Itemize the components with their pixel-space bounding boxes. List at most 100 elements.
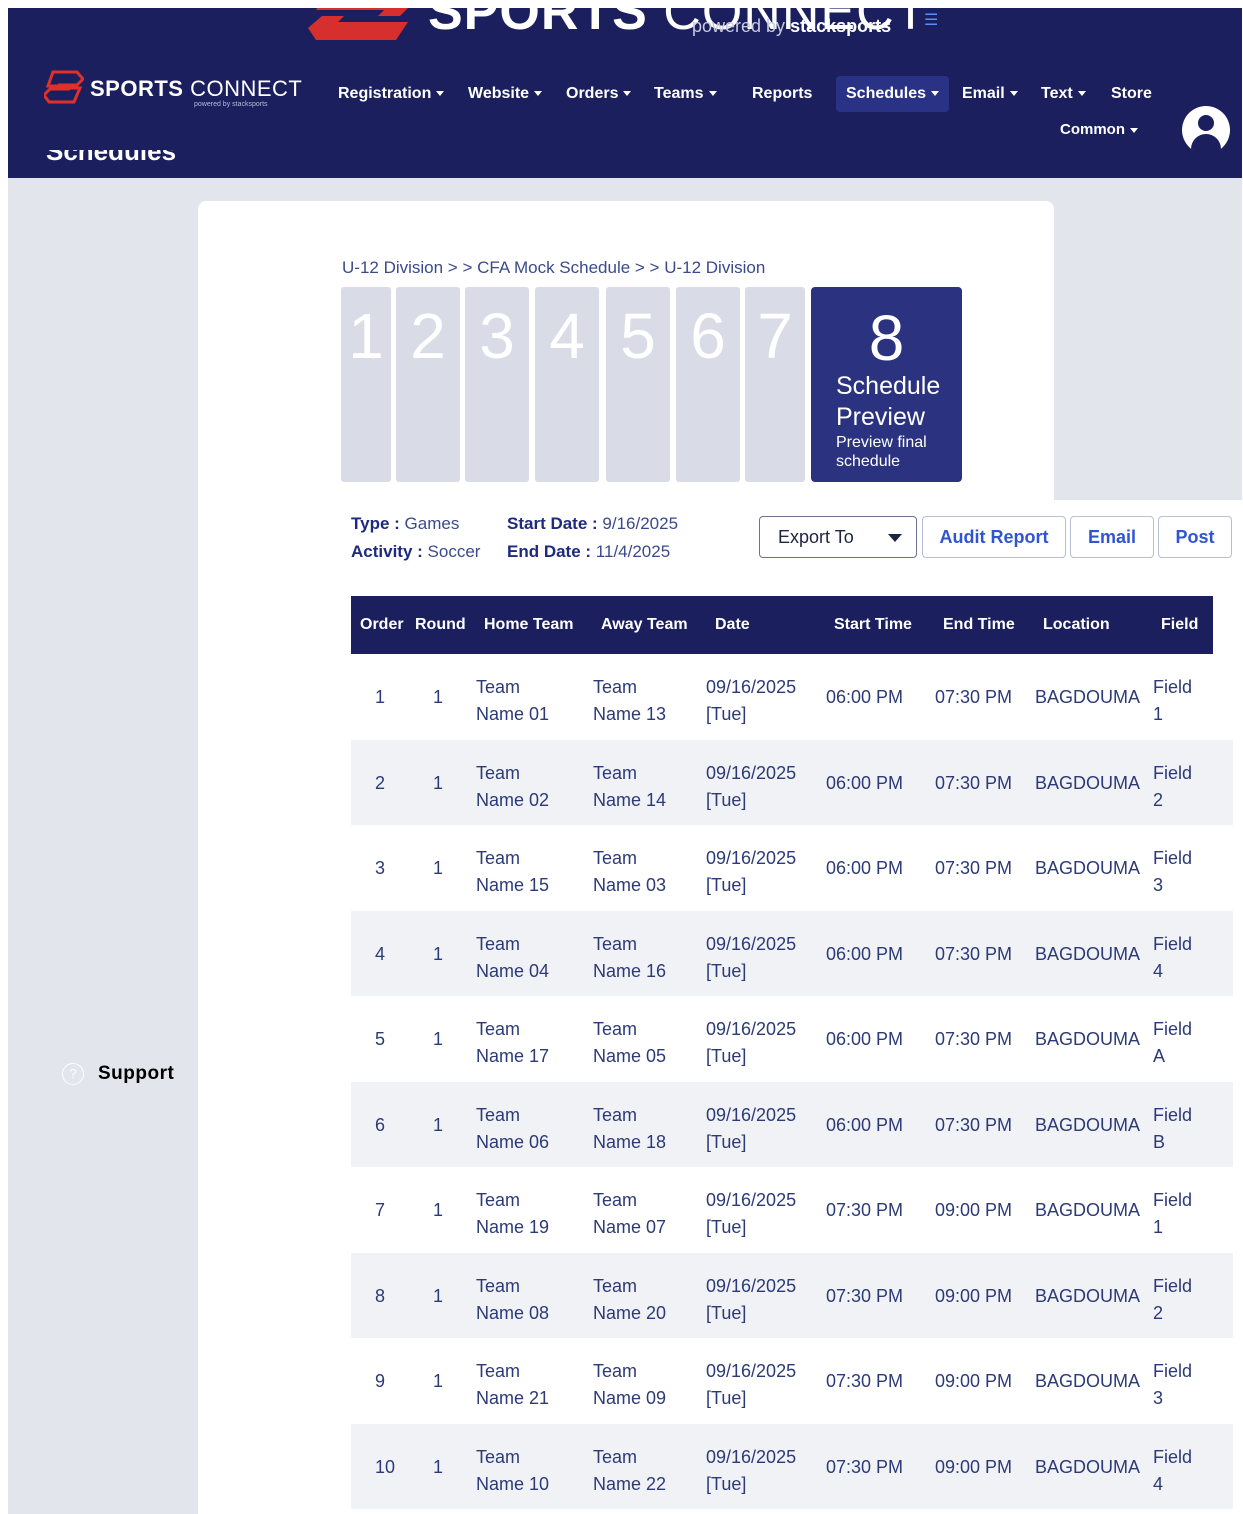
cell-field-line2: 3	[1153, 875, 1164, 895]
table-row[interactable]: 9 1 Team Name 21 Team Name 09 09/16/2025 [Tue] 0…	[351, 1338, 1233, 1424]
start-date-info: Start Date : 9/16/2025	[507, 514, 679, 533]
cell-round: 1	[433, 1114, 444, 1135]
nav-teams[interactable]: Teams	[644, 76, 727, 112]
cell-home-team-line1: Team	[476, 1361, 521, 1381]
cell-start: 07:30 PM	[826, 1456, 904, 1477]
caret-down-icon	[708, 91, 717, 97]
wizard-step-2[interactable]: 2	[396, 287, 460, 482]
cell-order: 4	[375, 943, 386, 964]
cell-location: BAGDOUMA	[1035, 1114, 1141, 1135]
app-frame: SPORTS CONNECT powered by stacksports ☰ …	[8, 8, 1242, 1514]
wizard-step-5[interactable]: 5	[606, 287, 670, 482]
cell-away-team-line2: Name 09	[593, 1388, 667, 1408]
cell-home-team: Team Name 01	[476, 674, 549, 728]
menu-icon[interactable]: ☰	[924, 10, 938, 30]
breadcrumb: U-12 Division > > CFA Mock Schedule > > …	[342, 258, 766, 277]
nav-registration[interactable]: Registration	[328, 76, 454, 112]
cell-away-team: Team Name 13	[593, 674, 666, 728]
col-location[interactable]: Location	[1043, 596, 1110, 654]
cell-end: 07:30 PM	[935, 858, 1013, 878]
col-order[interactable]: Order	[360, 596, 404, 654]
wizard-step-1[interactable]: 1	[341, 287, 391, 482]
nav-orders[interactable]: Orders	[556, 76, 641, 112]
nav-website[interactable]: Website	[458, 76, 552, 112]
email-button[interactable]: Email	[1070, 516, 1154, 558]
activity-info: Activity : Soccer	[351, 542, 481, 561]
cell-start: 06:00 PM	[826, 943, 904, 964]
wizard-step-3[interactable]: 3	[465, 287, 529, 482]
nav-common[interactable]: Common	[1060, 116, 1138, 144]
cell-end: 09:00 PM	[935, 1285, 1013, 1306]
nav-schedules[interactable]: Schedules	[836, 76, 950, 112]
nav-text[interactable]: Text	[1031, 76, 1096, 112]
cell-field-line1: Field	[1153, 1275, 1193, 1296]
cell-date-line1: 09/16/2025	[706, 1190, 797, 1210]
cell-home-team-line1: Team	[476, 1104, 521, 1125]
cell-date: 09/16/2025 [Tue]	[706, 1358, 796, 1412]
wizard-step-6[interactable]: 6	[676, 287, 740, 482]
cell-field: Field 2	[1153, 1273, 1192, 1327]
nav-store[interactable]: Store	[1101, 76, 1162, 112]
col-round[interactable]: Round	[415, 596, 466, 654]
cell-location: BAGDOUMA	[1035, 1200, 1141, 1220]
support-link[interactable]: ? Support	[62, 1062, 174, 1086]
cell-field: Field 1	[1153, 674, 1192, 728]
table-row[interactable]: 5 1 Team Name 17 Team Name 05 09/16/2025 [Tue] 0…	[351, 996, 1233, 1082]
cell-away-team-line2: Name 05	[593, 1046, 667, 1066]
table-row[interactable]: 10 1 Team Name 10 Team Name 22 09/16/2025 [Tue]…	[351, 1423, 1233, 1509]
cell-home-team-line2: Name 06	[476, 1131, 550, 1152]
cell-order: 3	[375, 858, 386, 878]
cell-date-line2: [Tue]	[706, 1217, 747, 1237]
wizard-step-7[interactable]: 7	[745, 287, 805, 482]
cell-field-line1: Field	[1153, 762, 1193, 783]
table-row[interactable]: 3 1 Team Name 15 Team Name 03 09/16/2025 [Tue] 0…	[351, 825, 1233, 911]
post-button[interactable]: Post	[1158, 516, 1232, 558]
cell-date: 09/16/2025 [Tue]	[706, 1102, 796, 1156]
nav-reports[interactable]: Reports	[742, 76, 822, 112]
col-end-time[interactable]: End Time	[943, 596, 1015, 654]
cell-home-team-line2: Name 01	[476, 704, 550, 724]
export-to-dropdown[interactable]: Export To	[759, 516, 917, 558]
cell-home-team-line1: Team	[476, 762, 521, 783]
table-row[interactable]: 4 1 Team Name 04 Team Name 16 09/16/2025 [Tue] 0…	[351, 910, 1233, 996]
table-row[interactable]: 7 1 Team Name 19 Team Name 07 09/16/2025 [Tue] 0…	[351, 1167, 1233, 1253]
wizard-step-4[interactable]: 4	[535, 287, 599, 482]
cell-date-line1: 09/16/2025	[706, 1446, 797, 1467]
table-row[interactable]: 1 1 Team Name 01 Team Name 13 09/16/2025 [Tue] 0…	[351, 654, 1233, 740]
cell-field: Field B	[1153, 1102, 1192, 1156]
col-field[interactable]: Field	[1161, 596, 1198, 654]
cell-round: 1	[433, 687, 444, 707]
col-start-time[interactable]: Start Time	[834, 596, 912, 654]
audit-report-button[interactable]: Audit Report	[922, 516, 1066, 558]
cell-away-team: Team Name 14	[593, 760, 666, 814]
cell-location: BAGDOUMA	[1035, 1285, 1141, 1306]
cell-home-team-line1: Team	[476, 677, 521, 697]
table-row[interactable]: 6 1 Team Name 06 Team Name 18 09/16/2025 [Tue] 0…	[351, 1081, 1233, 1167]
cell-location: BAGDOUMA	[1035, 1371, 1141, 1391]
cell-away-team-line1: Team	[593, 848, 638, 868]
cell-round: 1	[433, 772, 444, 793]
cell-date-line1: 09/16/2025	[706, 1104, 797, 1125]
cell-order: 7	[375, 1200, 386, 1220]
user-avatar-icon[interactable]	[1182, 106, 1230, 150]
nav-email[interactable]: Email	[952, 76, 1028, 112]
wizard-step-8-active[interactable]: 8 Schedule Preview Preview final schedul…	[811, 287, 962, 482]
table-row[interactable]: 2 1 Team Name 02 Team Name 14 09/16/2025 [Tue] 0…	[351, 739, 1233, 825]
cell-date-line2: [Tue]	[706, 1131, 747, 1152]
cell-field-line1: Field	[1153, 933, 1193, 954]
cell-away-team-line1: Team	[593, 1446, 638, 1467]
cell-field: Field A	[1153, 1016, 1192, 1070]
cell-location: BAGDOUMA	[1035, 772, 1141, 793]
cell-date-line1: 09/16/2025	[706, 1275, 797, 1296]
cell-field-line1: Field	[1153, 1104, 1193, 1125]
table-row[interactable]: 8 1 Team Name 08 Team Name 20 09/16/2025 [Tue] 0…	[351, 1252, 1233, 1338]
cell-away-team-line2: Name 07	[593, 1217, 667, 1237]
col-date[interactable]: Date	[715, 596, 750, 654]
col-away-team[interactable]: Away Team	[601, 596, 688, 654]
cell-field: Field 3	[1153, 845, 1192, 899]
cell-round: 1	[433, 1456, 444, 1477]
cell-away-team-line2: Name 16	[593, 960, 667, 981]
cell-home-team-line2: Name 21	[476, 1388, 550, 1408]
cell-field-line2: 4	[1153, 960, 1164, 981]
col-home-team[interactable]: Home Team	[484, 596, 574, 654]
